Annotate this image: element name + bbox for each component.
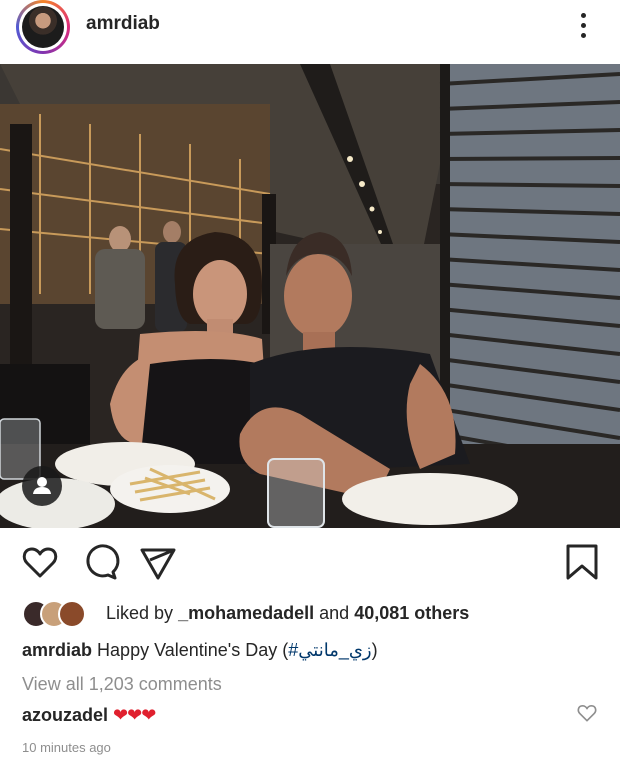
likes-row[interactable]: Liked by _mohamedadell and 40,081 others [22, 598, 612, 630]
more-vertical-icon[interactable] [574, 11, 594, 41]
likes-prefix: Liked by [106, 603, 174, 623]
caption: amrdiab Happy Valentine's Day (#زي_مانتي… [22, 640, 378, 661]
post-header: amrdiab [0, 0, 620, 62]
avatar[interactable] [16, 0, 70, 54]
post-timestamp: 10 minutes ago [22, 740, 111, 755]
liker-avatar [58, 600, 86, 628]
post-photo[interactable] [0, 64, 620, 528]
comment-username[interactable]: azouzadel [22, 705, 108, 725]
liker-username[interactable]: _mohamedadell [178, 603, 314, 623]
action-bar [0, 540, 620, 586]
likes-count[interactable]: 40,081 others [354, 603, 469, 623]
person-tag-icon[interactable] [22, 466, 62, 506]
comment-heart-icon[interactable] [576, 702, 598, 724]
likes-and: and [319, 603, 350, 623]
caption-text: Happy Valentine's Day ( [97, 640, 289, 660]
heart-icon[interactable] [20, 542, 60, 582]
share-icon[interactable] [138, 542, 178, 582]
comment-text: ❤❤❤ [113, 705, 156, 725]
caption-username[interactable]: amrdiab [22, 640, 92, 660]
bookmark-icon[interactable] [562, 542, 602, 582]
avatar-photo [22, 6, 64, 48]
restaurant-scene [0, 64, 620, 528]
view-all-comments-link[interactable]: View all 1,203 comments [22, 674, 222, 695]
avatar-border [19, 3, 67, 51]
comment-item: azouzadel ❤❤❤ [22, 705, 156, 726]
post-username[interactable]: amrdiab [86, 13, 160, 35]
comment-icon[interactable] [80, 542, 120, 582]
caption-close: ) [371, 640, 378, 660]
likes-text: Liked by _mohamedadell and 40,081 others [106, 603, 469, 624]
caption-hashtag[interactable]: #زي_مانتي [288, 640, 371, 660]
